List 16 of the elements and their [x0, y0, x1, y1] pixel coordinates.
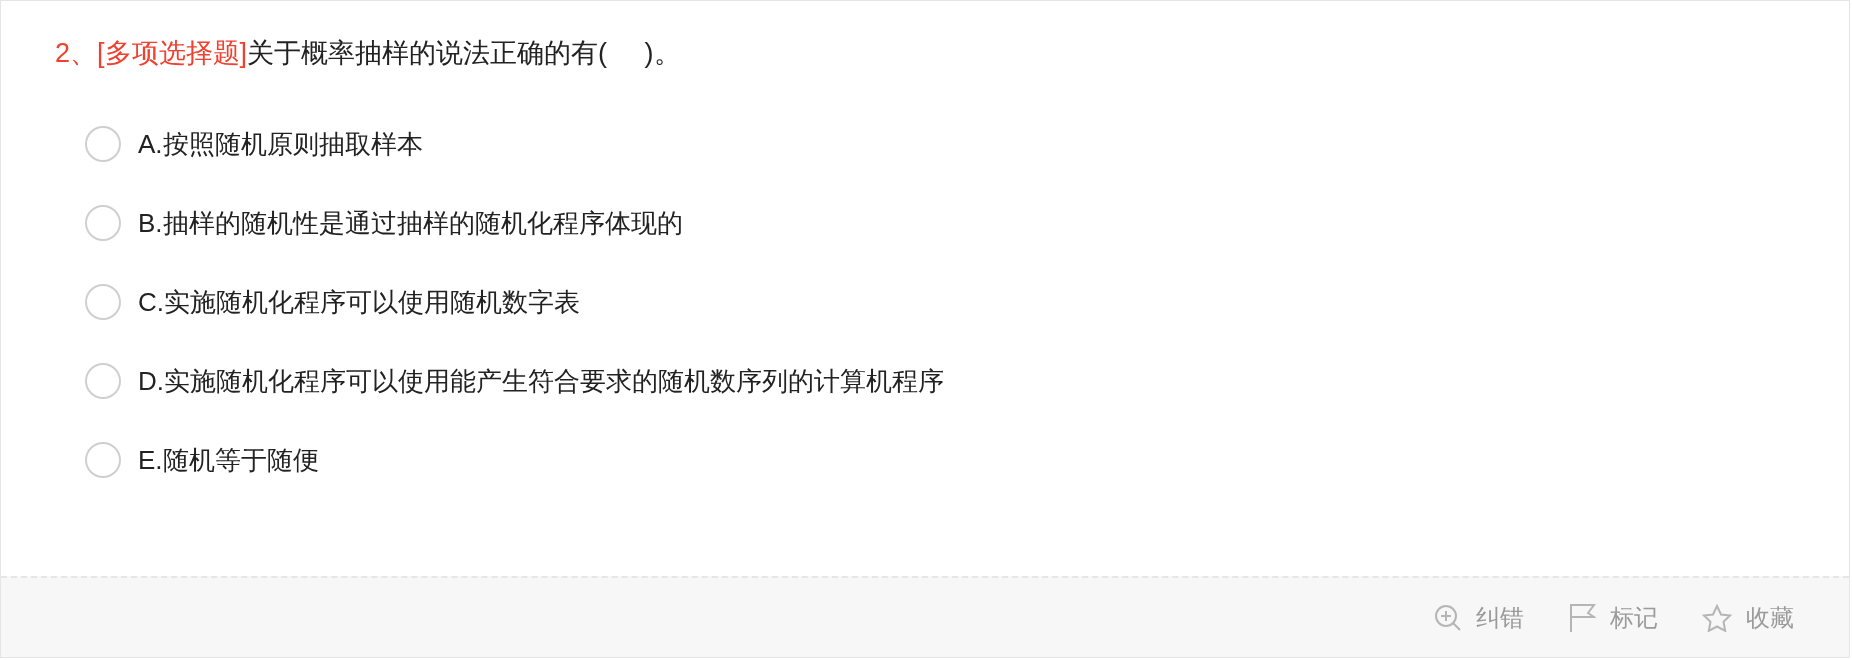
- radio-button[interactable]: [85, 205, 121, 241]
- star-icon: [1702, 603, 1732, 632]
- radio-button[interactable]: [85, 363, 121, 399]
- option-label[interactable]: E.随机等于随便: [138, 440, 319, 480]
- search-plus-icon: [1434, 603, 1462, 632]
- radio-button[interactable]: [85, 284, 121, 320]
- radio-button[interactable]: [85, 442, 121, 478]
- radio-button[interactable]: [85, 126, 121, 162]
- question-number: 2、: [55, 37, 98, 70]
- flag-icon: [1568, 602, 1596, 633]
- option-label[interactable]: D.实施随机化程序可以使用能产生符合要求的随机数序列的计算机程序: [138, 361, 944, 401]
- option-label[interactable]: B.抽样的随机性是通过抽样的随机化程序体现的: [138, 203, 683, 243]
- question-type: [多项选择题]: [97, 37, 248, 70]
- question-text: 关于概率抽样的说法正确的有( )。: [247, 37, 681, 70]
- option-label[interactable]: C.实施随机化程序可以使用随机数字表: [138, 282, 580, 322]
- option-label[interactable]: A.按照随机原则抽取样本: [138, 124, 423, 164]
